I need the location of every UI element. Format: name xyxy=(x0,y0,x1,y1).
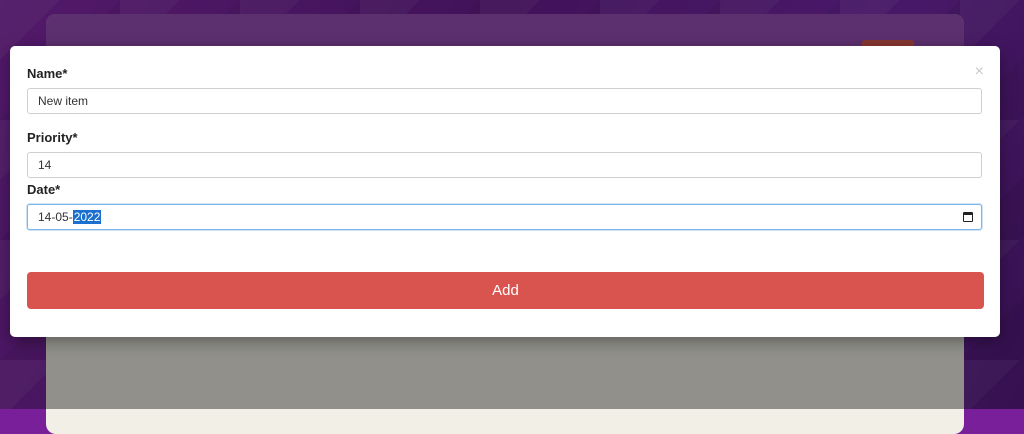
name-label: Name* xyxy=(27,66,68,81)
priority-field[interactable]: 14 xyxy=(27,152,982,178)
add-item-modal: × Name* New item Priority* 14 Date* 14-0… xyxy=(10,46,1000,337)
date-field-selected-year: 2022 xyxy=(72,210,102,224)
priority-label: Priority* xyxy=(27,130,78,145)
calendar-icon[interactable] xyxy=(963,212,973,222)
date-label: Date* xyxy=(27,182,61,197)
date-field-value: 14-05- xyxy=(38,210,73,224)
name-field[interactable]: New item xyxy=(27,88,982,114)
close-icon[interactable]: × xyxy=(975,64,984,80)
name-field-value: New item xyxy=(38,94,89,108)
date-field[interactable]: 14-05- 2022 xyxy=(27,204,982,230)
add-button[interactable]: Add xyxy=(27,272,984,309)
priority-field-value: 14 xyxy=(38,158,52,172)
